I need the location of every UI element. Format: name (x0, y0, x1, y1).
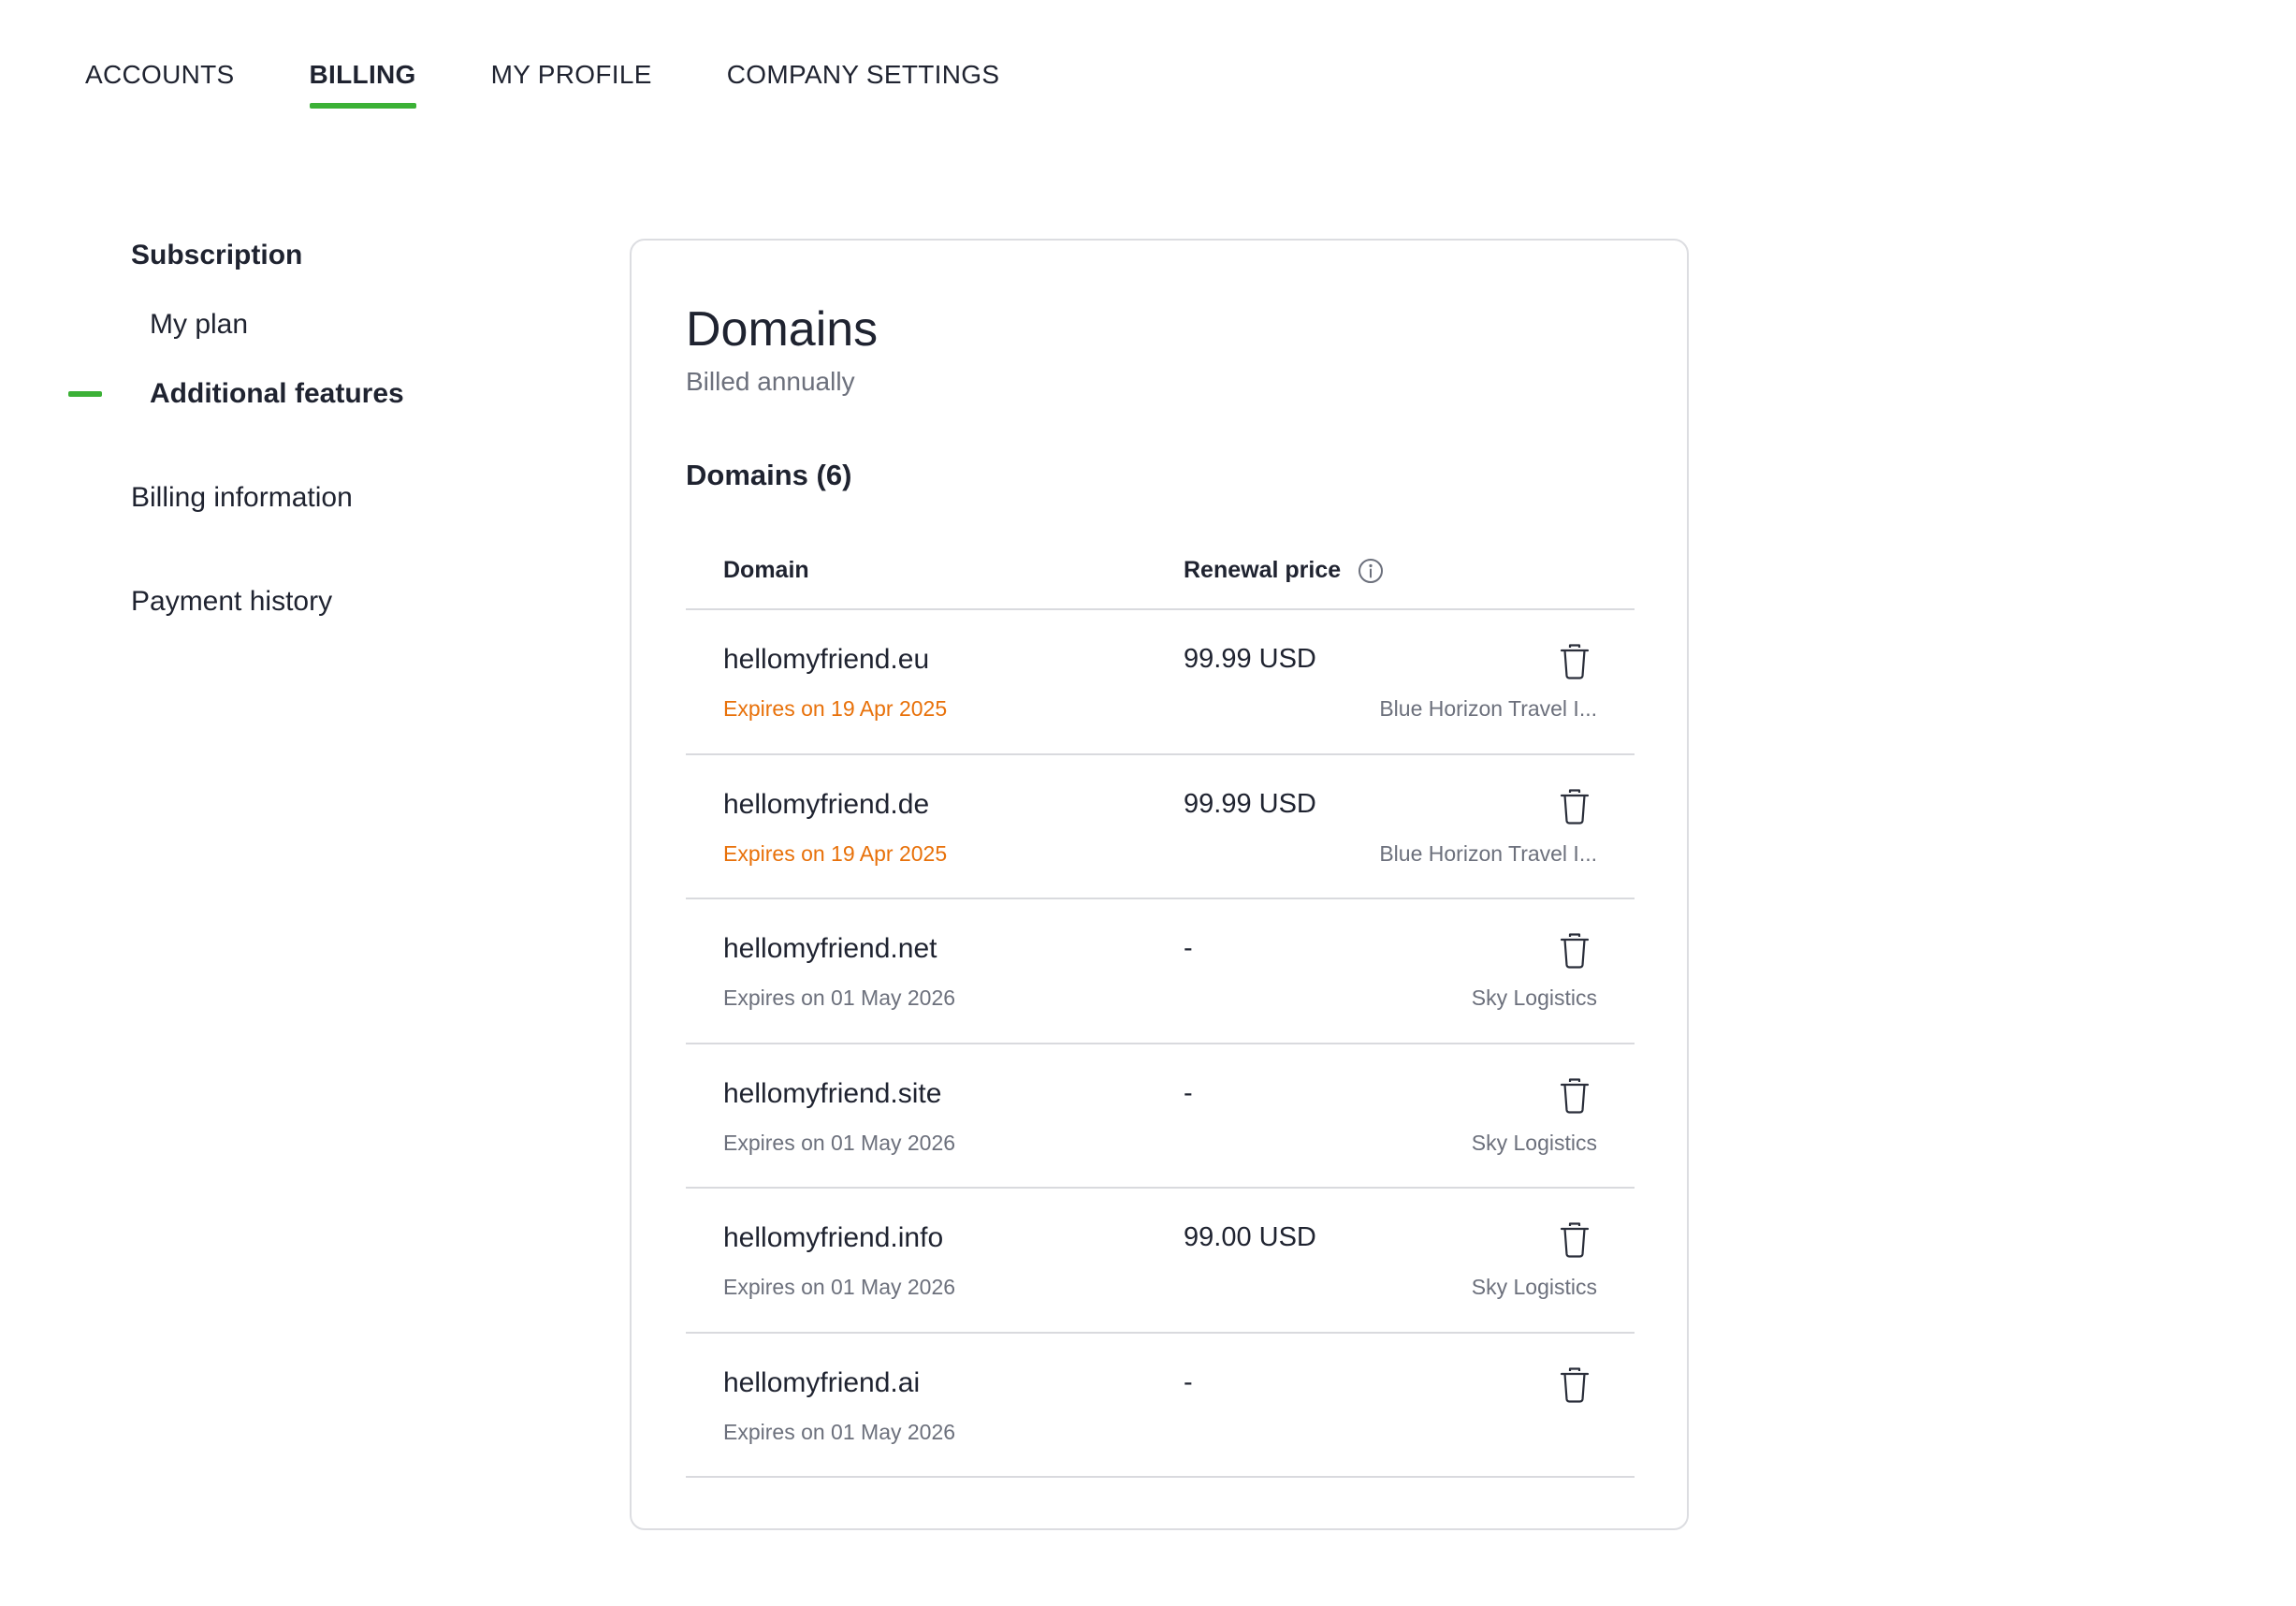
trash-icon (1560, 644, 1590, 679)
sidebar-item-label: Billing information (131, 482, 353, 513)
tab-accounts-label: ACCOUNTS (85, 60, 235, 89)
domain-expiry: Expires on 19 Apr 2025 (723, 696, 948, 721)
table-row: hellomyfriend.site Expires on 01 May 202… (686, 1044, 1635, 1189)
tab-accounts[interactable]: ACCOUNTS (85, 54, 235, 110)
tab-my-profile[interactable]: MY PROFILE (491, 54, 652, 110)
domains-card: Domains Billed annually Domains (6) Doma… (630, 239, 1689, 1530)
sidebar-item-my-plan[interactable]: My plan (150, 309, 248, 341)
page-title: Domains (686, 302, 879, 357)
delete-button[interactable] (1558, 643, 1591, 680)
table-row: hellomyfriend.net Expires on 01 May 2026… (686, 899, 1635, 1044)
domain-company: Sky Logistics (1471, 1275, 1597, 1299)
table-row: hellomyfriend.ai Expires on 01 May 2026 … (686, 1334, 1635, 1478)
sidebar-item-label: Subscription (131, 240, 303, 270)
domain-name: hellomyfriend.site (723, 1077, 942, 1109)
domain-company: Sky Logistics (1471, 1130, 1597, 1155)
delete-button[interactable] (1558, 1077, 1591, 1115)
tab-company-settings-label: COMPANY SETTINGS (726, 60, 1000, 89)
billing-frequency: Billed annually (686, 367, 855, 396)
domains-count-heading: Domains (6) (686, 459, 852, 491)
domain-company: Blue Horizon Travel I... (1379, 696, 1597, 721)
renewal-price: - (1184, 1366, 1193, 1397)
info-icon[interactable] (1358, 558, 1384, 584)
delete-button[interactable] (1558, 1221, 1591, 1259)
table-header: Domain Renewal price (686, 540, 1635, 610)
trash-icon (1560, 1366, 1590, 1403)
renewal-price: 99.99 USD (1184, 788, 1316, 819)
tab-billing-label: BILLING (309, 60, 416, 89)
active-tab-underline (309, 103, 416, 109)
domain-expiry: Expires on 01 May 2026 (723, 1419, 956, 1444)
trash-icon (1560, 1077, 1590, 1114)
column-header-renewal-price: Renewal price (1184, 557, 1384, 584)
renewal-price: - (1184, 933, 1193, 963)
table-row: hellomyfriend.de Expires on 19 Apr 2025 … (686, 755, 1635, 899)
delete-button[interactable] (1558, 1366, 1591, 1404)
top-tabs: ACCOUNTS BILLING MY PROFILE COMPANY SETT… (85, 54, 999, 110)
sidebar-item-additional-features[interactable]: Additional features (150, 378, 404, 410)
renewal-price: - (1184, 1077, 1193, 1108)
sidebar-item-label: Payment history (131, 586, 333, 617)
table-row: hellomyfriend.eu Expires on 19 Apr 2025 … (686, 610, 1635, 755)
sidebar-item-payment-history[interactable]: Payment history (131, 586, 332, 618)
sidebar-item-subscription[interactable]: Subscription (131, 240, 302, 271)
domain-name: hellomyfriend.info (723, 1222, 944, 1253)
renewal-price: 99.99 USD (1184, 644, 1316, 674)
table-body: hellomyfriend.eu Expires on 19 Apr 2025 … (686, 610, 1635, 1478)
sidebar-item-label: My plan (150, 309, 249, 340)
domain-company: Sky Logistics (1471, 986, 1597, 1010)
trash-icon (1560, 933, 1590, 969)
domain-name: hellomyfriend.eu (723, 644, 930, 675)
domain-name: hellomyfriend.de (723, 788, 930, 820)
domains-table: Domain Renewal price hellomyfriend.eu Ex… (686, 540, 1635, 1478)
domain-expiry: Expires on 01 May 2026 (723, 1275, 956, 1299)
tab-billing[interactable]: BILLING (309, 54, 416, 110)
domain-expiry: Expires on 01 May 2026 (723, 1130, 956, 1155)
sidebar-item-label: Additional features (150, 378, 404, 409)
trash-icon (1560, 788, 1590, 825)
column-header-domain: Domain (723, 557, 809, 583)
renewal-price: 99.00 USD (1184, 1222, 1316, 1252)
table-row: hellomyfriend.info Expires on 01 May 202… (686, 1189, 1635, 1334)
domain-company: Blue Horizon Travel I... (1379, 840, 1597, 866)
domain-name: hellomyfriend.ai (723, 1366, 921, 1398)
sidebar-active-indicator (68, 391, 102, 397)
delete-button[interactable] (1558, 788, 1591, 825)
tab-company-settings[interactable]: COMPANY SETTINGS (727, 54, 1000, 110)
tab-my-profile-label: MY PROFILE (490, 60, 652, 89)
domain-expiry: Expires on 19 Apr 2025 (723, 840, 948, 866)
domain-name: hellomyfriend.net (723, 933, 937, 964)
trash-icon (1560, 1222, 1590, 1258)
column-header-renewal-price-label: Renewal price (1184, 557, 1342, 583)
sidebar-item-billing-information[interactable]: Billing information (131, 482, 353, 514)
domain-expiry: Expires on 01 May 2026 (723, 986, 956, 1010)
delete-button[interactable] (1558, 932, 1591, 970)
